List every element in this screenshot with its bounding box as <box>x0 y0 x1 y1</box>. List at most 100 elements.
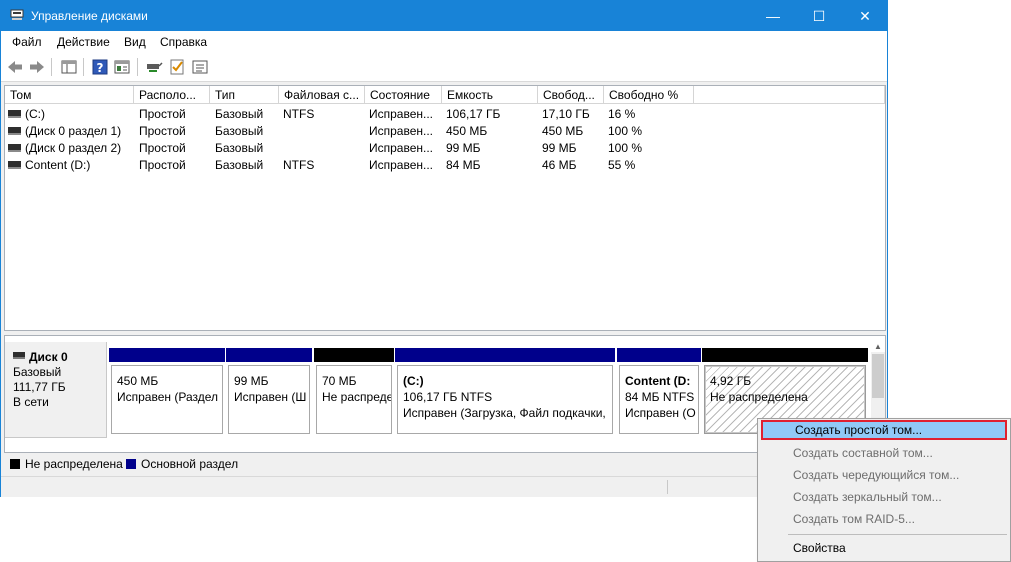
partition-status: Исправен (О <box>625 406 696 420</box>
menu-item-create-raid5-volume[interactable]: Создать том RAID-5... <box>761 509 1007 529</box>
legend-swatch-primary <box>126 459 136 469</box>
status-bar <box>1 476 887 497</box>
menu-view[interactable]: Вид <box>124 35 146 49</box>
volume-free-percent: 55 % <box>608 158 636 172</box>
volume-free-percent: 100 % <box>608 141 643 155</box>
partition-unallocated-small[interactable]: 70 МБ Не распреде <box>314 348 394 436</box>
scroll-up-icon[interactable]: ▲ <box>874 342 882 351</box>
volume-filesystem: NTFS <box>283 158 315 172</box>
volume-capacity: 450 МБ <box>446 124 488 138</box>
toolbar-separator <box>137 58 138 76</box>
disk-management-icon <box>10 9 24 20</box>
volume-type: Базовый <box>215 124 264 138</box>
toolbar-separator <box>51 58 52 76</box>
table-row[interactable]: (Диск 0 раздел 1) Простой Базовый Исправ… <box>5 123 885 140</box>
volume-capacity: 99 МБ <box>446 141 481 155</box>
partition-color-band <box>226 348 312 362</box>
menu-help[interactable]: Справка <box>160 35 207 49</box>
partition-color-band <box>109 348 225 362</box>
volume-free: 46 МБ <box>542 158 577 172</box>
maximize-button[interactable]: ☐ <box>796 1 842 31</box>
partition-2[interactable]: 99 МБ Исправен (Ш <box>226 348 312 436</box>
volume-free: 17,10 ГБ <box>542 107 590 121</box>
legend-label-unallocated: Не распределена <box>25 457 123 471</box>
partition-c[interactable]: (C:) 106,17 ГБ NTFS Исправен (Загрузка, … <box>395 348 615 436</box>
partition-color-band <box>702 348 868 362</box>
list-icon[interactable] <box>191 58 209 76</box>
close-button[interactable]: ✕ <box>842 1 888 31</box>
volume-list[interactable]: Том Располо... Тип Файловая с... Состоян… <box>4 85 886 331</box>
volume-icon <box>8 143 21 152</box>
partition-1[interactable]: 450 МБ Исправен (Раздел <box>109 348 225 436</box>
partition-body: 450 МБ Исправен (Раздел <box>111 365 223 434</box>
volume-type: Базовый <box>215 141 264 155</box>
table-row[interactable]: (C:) Простой Базовый NTFS Исправен... 10… <box>5 106 885 123</box>
volume-icon <box>8 160 21 169</box>
disk-graph-view[interactable]: Диск 0 Базовый 111,77 ГБ В сети 450 МБ И… <box>4 335 886 453</box>
column-header-type[interactable]: Тип <box>210 86 279 104</box>
menu-item-properties[interactable]: Свойства <box>761 538 1007 558</box>
volume-name: Content (D:) <box>25 158 91 172</box>
column-header-filesystem[interactable]: Файловая с... <box>279 86 365 104</box>
column-header-volume[interactable]: Том <box>5 86 134 104</box>
legend: Не распределена Основной раздел <box>4 453 886 475</box>
partition-color-band <box>395 348 615 362</box>
partition-size: 450 МБ <box>117 374 159 388</box>
scrollbar-thumb[interactable] <box>872 354 884 398</box>
partition-status: Не распределена <box>710 390 808 404</box>
toolbar: ? <box>1 53 887 82</box>
help-icon[interactable]: ? <box>91 58 109 76</box>
column-header-layout[interactable]: Располо... <box>134 86 210 104</box>
volume-status: Исправен... <box>369 124 434 138</box>
disk-info-panel[interactable]: Диск 0 Базовый 111,77 ГБ В сети <box>5 342 107 438</box>
menu-item-create-spanned-volume[interactable]: Создать составной том... <box>761 443 1007 463</box>
partition-body: Content (D: 84 МБ NTFS Исправен (О <box>619 365 699 434</box>
check-icon[interactable] <box>168 58 186 76</box>
volume-layout: Простой <box>139 141 186 155</box>
legend-label-primary: Основной раздел <box>141 457 239 471</box>
partition-d[interactable]: Content (D: 84 МБ NTFS Исправен (О <box>617 348 701 436</box>
volume-status: Исправен... <box>369 158 434 172</box>
connect-icon[interactable] <box>145 58 163 76</box>
volume-free: 450 МБ <box>542 124 584 138</box>
console-tree-icon[interactable] <box>60 58 78 76</box>
title-bar[interactable]: Управление дисками — ☐ ✕ <box>1 1 887 31</box>
volume-layout: Простой <box>139 158 186 172</box>
menu-separator <box>788 534 1007 535</box>
column-header-free-percent[interactable]: Свободно % <box>604 86 694 104</box>
table-row[interactable]: (Диск 0 раздел 2) Простой Базовый Исправ… <box>5 140 885 157</box>
properties-icon[interactable] <box>113 58 131 76</box>
menu-item-create-mirrored-volume[interactable]: Создать зеркальный том... <box>761 487 1007 507</box>
forward-arrow-icon[interactable] <box>28 58 46 76</box>
volume-type: Базовый <box>215 158 264 172</box>
legend-swatch-unallocated <box>10 459 20 469</box>
volume-free-percent: 100 % <box>608 124 643 138</box>
menu-item-create-simple-volume[interactable]: Создать простой том... <box>761 420 1007 440</box>
disk-state: В сети <box>13 395 49 409</box>
table-row[interactable]: Content (D:) Простой Базовый NTFS Исправ… <box>5 157 885 174</box>
volume-icon <box>8 126 21 135</box>
volume-name: (Диск 0 раздел 2) <box>25 141 122 155</box>
menu-file[interactable]: Файл <box>12 35 42 49</box>
menu-item-create-striped-volume[interactable]: Создать чередующийся том... <box>761 465 1007 485</box>
partition-color-band <box>314 348 394 362</box>
volume-icon <box>8 109 21 118</box>
partition-color-band <box>617 348 701 362</box>
column-header-free[interactable]: Свобод... <box>538 86 604 104</box>
volume-name: (C:) <box>25 107 45 121</box>
column-header-capacity[interactable]: Емкость <box>442 86 538 104</box>
column-header-status[interactable]: Состояние <box>365 86 442 104</box>
partition-status: Исправен (Загрузка, Файл подкачки, <box>403 406 606 420</box>
disk-size: 111,77 ГБ <box>13 380 66 394</box>
menu-action[interactable]: Действие <box>57 35 110 49</box>
volume-layout: Простой <box>139 124 186 138</box>
volume-filesystem: NTFS <box>283 107 315 121</box>
minimize-button[interactable]: — <box>750 1 796 31</box>
volume-capacity: 106,17 ГБ <box>446 107 501 121</box>
partition-body: 99 МБ Исправен (Ш <box>228 365 310 434</box>
partition-status: Исправен (Раздел <box>117 390 219 404</box>
volume-type: Базовый <box>215 107 264 121</box>
back-arrow-icon[interactable] <box>6 58 24 76</box>
disk-type: Базовый <box>13 365 62 379</box>
volume-status: Исправен... <box>369 141 434 155</box>
